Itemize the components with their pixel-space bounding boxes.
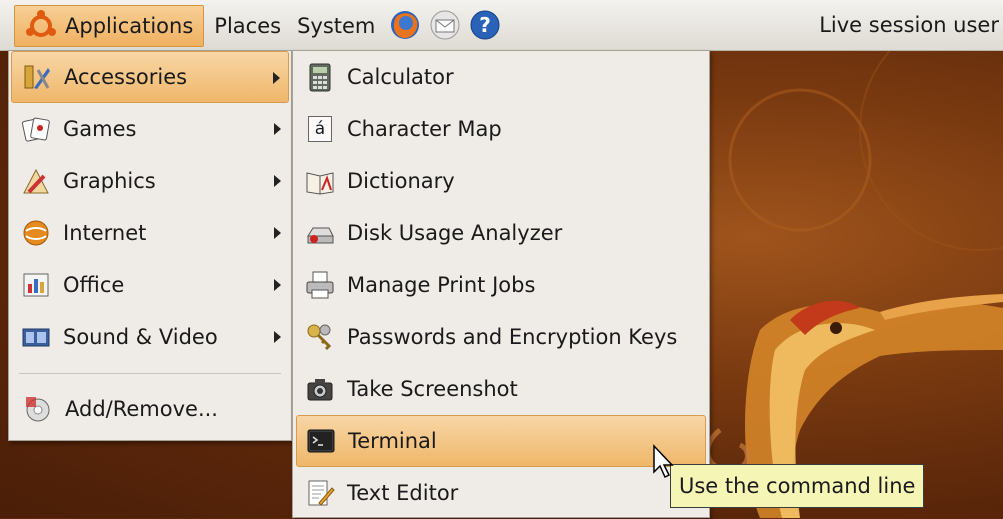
system-menu-button[interactable]: System <box>291 5 385 47</box>
printer-icon <box>305 270 335 300</box>
menu-item-label: Text Editor <box>347 481 459 505</box>
menu-item-manage-print-jobs[interactable]: Manage Print Jobs <box>296 259 706 311</box>
menu-item-sound-video[interactable]: Sound & Video <box>11 311 289 363</box>
terminal-tooltip: Use the command line <box>670 464 925 508</box>
keys-icon <box>305 322 335 352</box>
menu-item-office[interactable]: Office <box>11 259 289 311</box>
menu-item-label: Add/Remove... <box>65 397 218 421</box>
menu-item-accessories[interactable]: Accessories <box>11 51 289 103</box>
menu-item-label: Internet <box>63 221 147 245</box>
add-remove-icon <box>23 394 53 424</box>
menu-item-label: Manage Print Jobs <box>347 273 536 297</box>
applications-label: Applications <box>65 14 194 38</box>
submenu-arrow-icon <box>274 227 281 239</box>
menu-item-label: Calculator <box>347 65 454 89</box>
system-label: System <box>297 14 376 38</box>
user-session-label[interactable]: Live session user <box>819 0 999 50</box>
accessories-icon <box>22 62 52 92</box>
menu-item-calculator[interactable]: Calculator <box>296 51 706 103</box>
applications-menu: Accessories Games Graphics Internet Office So… <box>8 50 292 441</box>
character-map-glyph: á <box>308 116 332 142</box>
help-launcher[interactable]: ? <box>467 7 503 43</box>
firefox-icon <box>391 11 420 39</box>
terminal-icon <box>306 426 336 456</box>
places-label: Places <box>214 14 282 38</box>
applications-menu-button[interactable]: Applications <box>14 5 205 47</box>
menu-item-internet[interactable]: Internet <box>11 207 289 259</box>
menu-item-label: Disk Usage Analyzer <box>347 221 563 245</box>
submenu-arrow-icon <box>274 331 281 343</box>
office-icon <box>21 270 51 300</box>
menu-item-label: Office <box>63 273 125 297</box>
games-icon <box>21 114 51 144</box>
menu-item-take-screenshot[interactable]: Take Screenshot <box>296 363 706 415</box>
menu-item-games[interactable]: Games <box>11 103 289 155</box>
menu-item-label: Dictionary <box>347 169 455 193</box>
menu-item-label: Accessories <box>64 65 188 89</box>
svg-text:?: ? <box>480 13 492 37</box>
places-menu-button[interactable]: Places <box>204 5 291 47</box>
menu-item-label: Passwords and Encryption Keys <box>347 325 678 349</box>
menu-item-label: Terminal <box>348 429 437 453</box>
menu-item-label: Take Screenshot <box>347 377 518 401</box>
disk-usage-icon <box>305 218 335 248</box>
top-panel: Applications Places System ? Live sessio… <box>0 0 1003 51</box>
camera-icon <box>305 374 335 404</box>
menu-item-text-editor[interactable]: Text Editor <box>296 467 706 519</box>
text-editor-icon <box>305 478 335 508</box>
graphics-icon <box>21 166 51 196</box>
firefox-launcher[interactable] <box>387 7 423 43</box>
menu-separator <box>19 373 281 374</box>
menu-item-terminal[interactable]: Terminal <box>296 415 706 467</box>
dictionary-icon <box>305 166 335 196</box>
mail-icon <box>430 10 460 40</box>
internet-icon <box>21 218 51 248</box>
menu-item-label: Character Map <box>347 117 502 141</box>
menu-item-label: Sound & Video <box>63 325 218 349</box>
ubuntu-logo-icon <box>25 10 57 42</box>
menu-item-graphics[interactable]: Graphics <box>11 155 289 207</box>
calculator-icon <box>305 62 335 92</box>
menu-item-label: Graphics <box>63 169 156 193</box>
accessories-submenu: Calculator á Character Map Dictionary Disk U… <box>292 50 710 518</box>
menu-item-disk-usage-analyzer[interactable]: Disk Usage Analyzer <box>296 207 706 259</box>
menu-item-passwords-and-encryption-keys[interactable]: Passwords and Encryption Keys <box>296 311 706 363</box>
menu-item-character-map[interactable]: á Character Map <box>296 103 706 155</box>
sound-video-icon <box>21 322 51 352</box>
menu-item-add-remove[interactable]: Add/Remove... <box>11 383 289 435</box>
menu-item-dictionary[interactable]: Dictionary <box>296 155 706 207</box>
menu-item-label: Games <box>63 117 137 141</box>
character-map-icon: á <box>305 114 335 144</box>
mail-launcher[interactable] <box>427 7 463 43</box>
submenu-arrow-icon <box>274 175 281 187</box>
submenu-arrow-icon <box>274 123 281 135</box>
submenu-arrow-icon <box>273 72 280 84</box>
mouse-cursor-icon <box>653 444 674 479</box>
submenu-arrow-icon <box>274 279 281 291</box>
help-icon: ? <box>470 10 500 40</box>
